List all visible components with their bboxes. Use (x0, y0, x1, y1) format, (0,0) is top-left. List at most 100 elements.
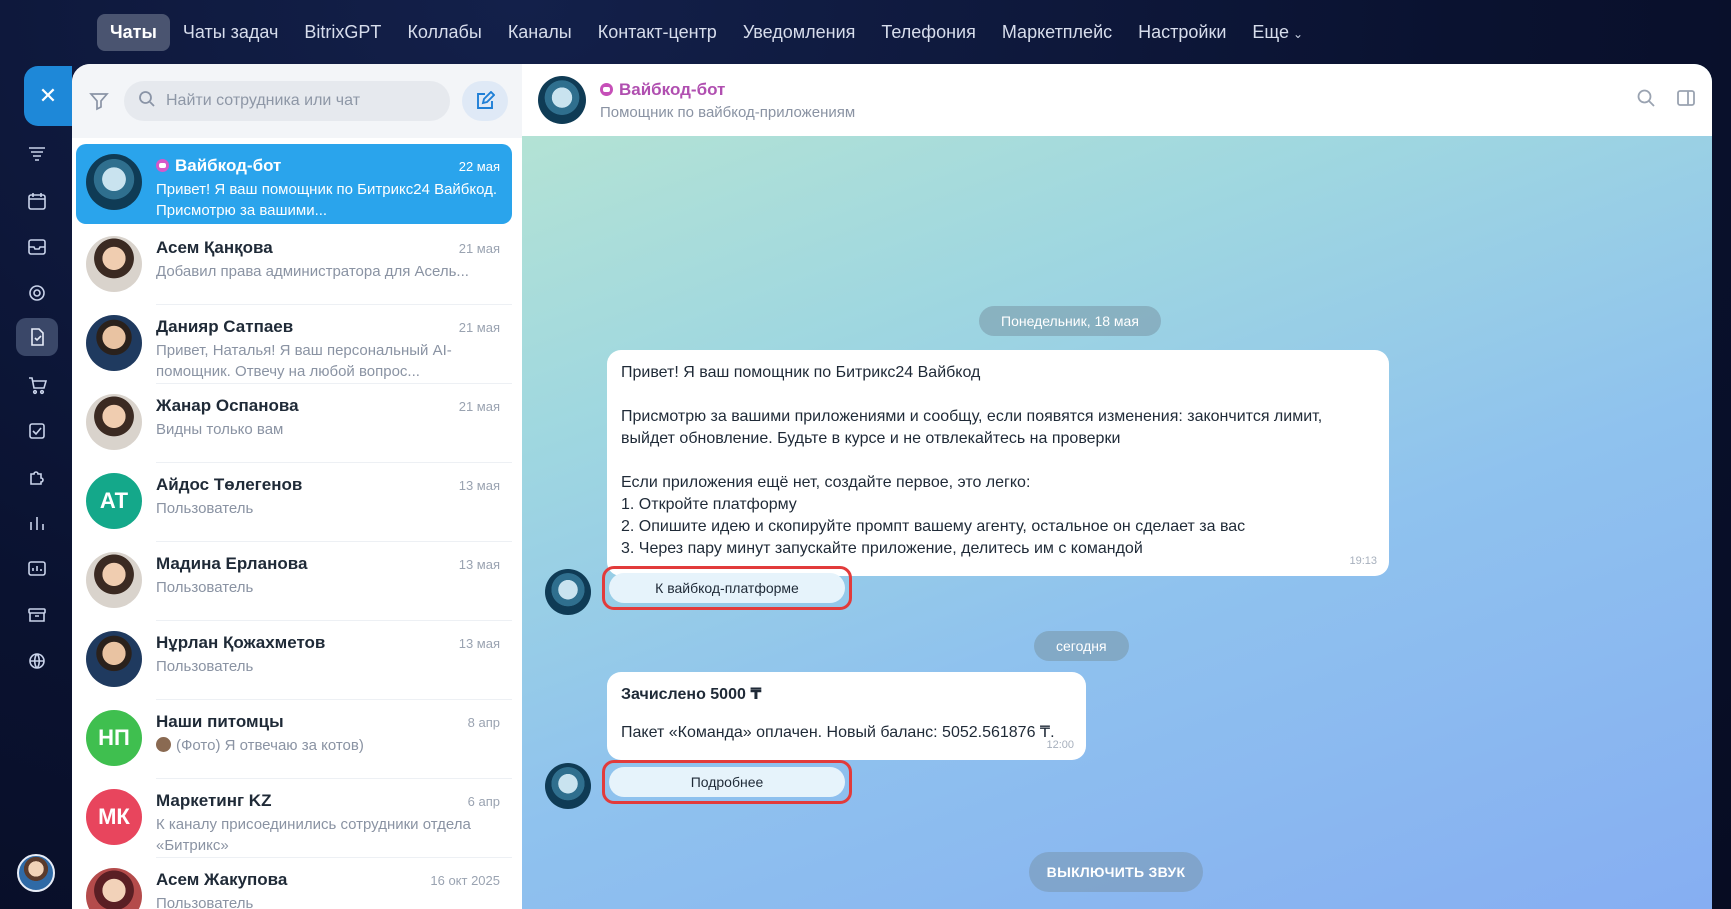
chat-name: Мадина Ерланова (156, 554, 308, 573)
search-input[interactable] (166, 92, 436, 110)
search-icon (138, 90, 156, 113)
message-line: Привет! Я ваш помощник по Битрикс24 Вайб… (621, 364, 981, 381)
chat-row[interactable]: Мадина Ерланова 13 мая Пользователь (76, 542, 512, 621)
puzzle-icon[interactable] (24, 464, 50, 490)
avatar (86, 394, 142, 450)
avatar (86, 631, 142, 687)
chat-row[interactable]: АТ Айдос Төлегенов 13 мая Пользователь (76, 463, 512, 542)
chat-name: Жанар Оспанова (156, 396, 299, 415)
chat-preview: К каналу присоединились сотрудники отдел… (156, 816, 471, 854)
nav-collabs[interactable]: Коллабы (394, 14, 494, 51)
nav-bitrixgpt[interactable]: BitrixGPT (291, 14, 394, 51)
chat-date: 8 апр (467, 715, 500, 730)
inbox-icon[interactable] (24, 234, 50, 260)
bar-chart-icon[interactable] (24, 510, 50, 536)
nav-task-chats[interactable]: Чаты задач (170, 14, 292, 51)
bot-badge-icon (156, 159, 169, 172)
close-icon[interactable]: ✕ (24, 66, 72, 126)
chat-list: Вайбкод-бот 22 мая Привет! Я ваш помощни… (72, 138, 522, 909)
nav-channels[interactable]: Каналы (495, 14, 585, 51)
chat-row[interactable]: Асем Жакупова 16 окт 2025 Пользователь (76, 858, 512, 909)
chat-header: Вайбкод-бот Помощник по вайбкод-приложен… (522, 64, 1712, 136)
chat-list-panel: Вайбкод-бот 22 мая Привет! Я ваш помощни… (72, 64, 522, 909)
chat-preview: Видны только вам (156, 421, 284, 438)
chat-date: 21 мая (458, 241, 500, 256)
globe-icon[interactable] (24, 648, 50, 674)
search-bar (72, 64, 522, 138)
chat-name: Данияр Сатпаев (156, 317, 294, 336)
compose-button[interactable] (462, 81, 508, 121)
chat-row[interactable]: НП Наши питомцы 8 апр (Фото) Я отвечаю з… (76, 700, 512, 779)
vibecode-platform-button[interactable]: К вайбкод-платформе (609, 573, 845, 603)
message-line: Если приложения ещё нет, создайте первое… (621, 474, 1031, 491)
dashboard-icon[interactable] (24, 556, 50, 582)
avatar (86, 552, 142, 608)
highlight-frame: Подробнее (602, 760, 852, 804)
chat-title[interactable]: Вайбкод-бот (619, 80, 725, 99)
avatar: АТ (86, 473, 142, 529)
chat-row[interactable]: Асем Қанқова 21 мая Добавил права админи… (76, 226, 512, 305)
mute-sound-button[interactable]: ВЫКЛЮЧИТЬ ЗВУК (1029, 852, 1203, 892)
message-bubble: Зачислено 5000 ₸ Пакет «Команда» оплачен… (607, 672, 1086, 760)
chat-name: Нұрлан Қожахметов (156, 633, 326, 652)
chat-preview: Пользователь (156, 895, 254, 909)
chat-date: 21 мая (458, 399, 500, 414)
chat-date: 22 мая (458, 159, 500, 174)
left-rail: ✕ (0, 64, 72, 909)
avatar (545, 763, 591, 809)
avatar[interactable] (538, 76, 586, 124)
nav-marketplace[interactable]: Маркетплейс (989, 14, 1125, 51)
filter-funnel-icon[interactable] (24, 142, 50, 168)
nav-more[interactable]: Еще ⌄ (1239, 14, 1316, 51)
chat-row[interactable]: Нұрлан Қожахметов 13 мая Пользователь (76, 621, 512, 700)
chat-date: 13 мая (458, 478, 500, 493)
chat-name: Наши питомцы (156, 712, 284, 731)
nav-chats[interactable]: Чаты (97, 13, 170, 51)
nav-contact-center[interactable]: Контакт-центр (585, 14, 730, 51)
avatar (86, 315, 142, 371)
message-title: Зачислено 5000 ₸ (621, 686, 762, 703)
document-sign-icon[interactable] (16, 318, 58, 356)
chat-date: 6 апр (467, 794, 500, 809)
avatar (86, 154, 142, 210)
top-navigation: Чаты Чаты задач BitrixGPT Коллабы Каналы… (97, 13, 1316, 51)
chat-preview: Привет, Наталья! Я ваш персональный AI-п… (156, 342, 452, 380)
message-time: 19:13 (1349, 555, 1377, 567)
checkbox-icon[interactable] (24, 418, 50, 444)
avatar[interactable] (17, 854, 55, 892)
cart-icon[interactable] (24, 372, 50, 398)
chat-preview: (Фото) Я отвечаю за котов) (176, 737, 364, 754)
chat-date: 13 мая (458, 636, 500, 651)
avatar (545, 569, 591, 615)
chat-date: 21 мая (458, 320, 500, 335)
search-icon[interactable] (1636, 88, 1656, 113)
message-list-item: 2. Опишите идею и скопируйте промпт ваше… (621, 518, 1246, 535)
message-bubble: Привет! Я ваш помощник по Битрикс24 Вайб… (607, 350, 1389, 576)
sidebar-toggle-icon[interactable] (1676, 88, 1696, 113)
details-button[interactable]: Подробнее (609, 767, 845, 797)
nav-more-label: Еще (1252, 21, 1290, 42)
calendar-icon[interactable] (24, 188, 50, 214)
nav-telephony[interactable]: Телефония (868, 14, 988, 51)
chat-preview: Пользователь (156, 658, 254, 675)
photo-thumbnail-icon (156, 737, 171, 752)
avatar: МК (86, 789, 142, 845)
archive-icon[interactable] (24, 602, 50, 628)
chat-row[interactable]: Жанар Оспанова 21 мая Видны только вам (76, 384, 512, 463)
nav-settings[interactable]: Настройки (1125, 14, 1239, 51)
chat-name: Маркетинг KZ (156, 791, 272, 810)
chat-date: 16 окт 2025 (430, 873, 500, 888)
chat-preview: Пользователь (156, 579, 254, 596)
highlight-frame: К вайбкод-платформе (602, 566, 852, 610)
avatar: НП (86, 710, 142, 766)
bot-badge-icon (600, 82, 613, 96)
chat-row-vibecode-bot[interactable]: Вайбкод-бот 22 мая Привет! Я ваш помощни… (76, 144, 512, 224)
chat-row[interactable]: МК Маркетинг KZ 6 апр К каналу присоедин… (76, 779, 512, 858)
search-box[interactable] (124, 81, 450, 121)
chat-preview: Пользователь (156, 500, 254, 517)
nav-notifications[interactable]: Уведомления (730, 14, 869, 51)
filter-icon[interactable] (86, 88, 112, 114)
message-list-item: 1. Откройте платформу (621, 496, 797, 513)
chat-row[interactable]: Данияр Сатпаев 21 мая Привет, Наталья! Я… (76, 305, 512, 384)
target-icon[interactable] (24, 280, 50, 306)
